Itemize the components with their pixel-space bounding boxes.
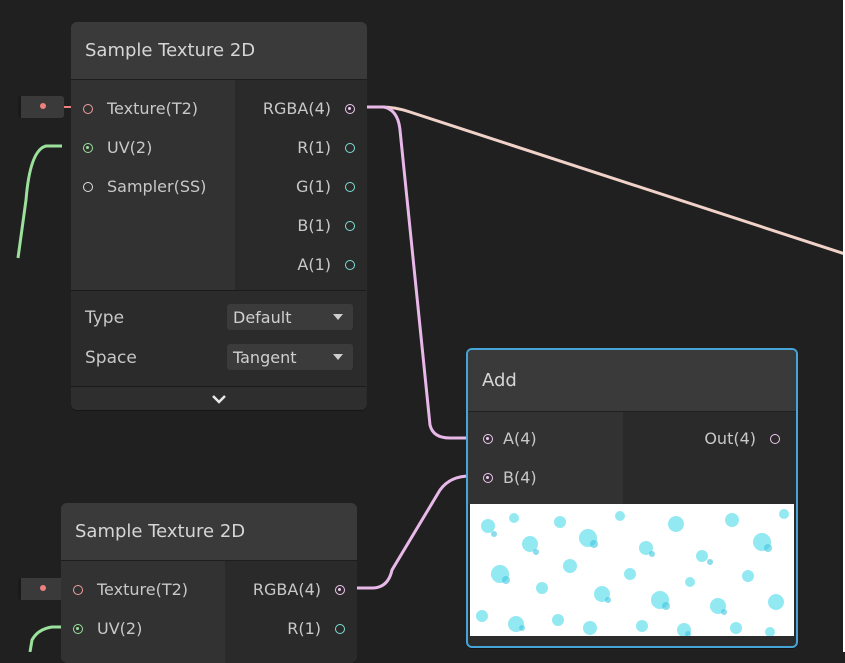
texture-input-pill-top[interactable]: [18, 96, 64, 118]
input-port-texture[interactable]: Texture(T2): [73, 580, 188, 599]
dropdown-value: Tangent: [233, 347, 297, 367]
dropdown-arrow-icon: [333, 354, 343, 360]
sample-texture-2d-node-bottom[interactable]: Sample Texture 2D Texture(T2) UV(2) RGBA…: [61, 503, 357, 663]
type-dropdown[interactable]: Default: [227, 304, 353, 330]
input-port-uv[interactable]: UV(2): [83, 138, 152, 157]
port-circle-icon: [483, 472, 493, 483]
space-dropdown[interactable]: Tangent: [227, 344, 353, 370]
node-preview-image: [470, 504, 794, 636]
port-label: Out(4): [704, 429, 756, 448]
output-port-r[interactable]: R(1): [287, 619, 345, 638]
port-circle-icon: [83, 103, 93, 114]
add-node[interactable]: Add A(4) B(4) Out(4): [466, 348, 798, 648]
port-circle-icon: [345, 103, 355, 114]
port-label: Texture(T2): [107, 99, 199, 118]
port-label: RGBA(4): [262, 99, 331, 118]
uv-wire-top: [16, 144, 62, 259]
port-circle-icon: [345, 220, 355, 231]
space-setting-label: Space: [85, 348, 137, 368]
port-label: B(1): [297, 216, 331, 235]
port-circle-icon: [335, 623, 345, 634]
dropdown-arrow-icon: [333, 314, 343, 320]
node-settings: Type Default Space Tangent: [71, 290, 366, 387]
dropdown-value: Default: [233, 307, 292, 327]
rgba-wire-to-add-a: [355, 105, 483, 440]
chevron-down-icon: [211, 395, 226, 404]
port-circle-icon: [83, 181, 93, 192]
output-port-rgba[interactable]: RGBA(4): [253, 580, 345, 599]
port-circle-icon: [345, 181, 355, 192]
expand-toggle[interactable]: [71, 386, 366, 410]
rgba-wire-to-offscreen: [355, 105, 845, 256]
input-port-uv[interactable]: UV(2): [73, 619, 142, 638]
shader-graph-canvas[interactable]: Sample Texture 2D Texture(T2) UV(2) Samp…: [0, 0, 845, 663]
node-title[interactable]: Sample Texture 2D: [71, 22, 367, 80]
output-port-r[interactable]: R(1): [297, 138, 355, 157]
port-label: R(1): [287, 619, 321, 638]
port-circle-icon: [73, 623, 83, 634]
port-circle-icon: [483, 433, 493, 444]
port-label: UV(2): [107, 138, 153, 157]
output-port-g[interactable]: G(1): [296, 177, 355, 196]
port-label: Sampler(SS): [107, 177, 207, 196]
port-label: UV(2): [97, 619, 143, 638]
node-title[interactable]: Sample Texture 2D: [61, 503, 357, 561]
output-port-out[interactable]: Out(4): [704, 429, 780, 448]
port-circle-icon: [770, 433, 780, 444]
port-label: A(4): [503, 429, 537, 448]
input-port-texture[interactable]: Texture(T2): [83, 99, 198, 118]
port-circle-icon: [73, 584, 83, 595]
input-port-a[interactable]: A(4): [483, 429, 537, 448]
port-circle-icon: [335, 584, 345, 595]
port-circle-icon: [345, 259, 355, 270]
texture-input-pill-bottom[interactable]: [18, 578, 64, 600]
port-label: A(1): [297, 255, 331, 274]
output-port-a[interactable]: A(1): [297, 255, 355, 274]
rgba-wire-to-add-b: [345, 474, 483, 590]
output-port-rgba[interactable]: RGBA(4): [263, 99, 355, 118]
port-label: B(4): [503, 468, 537, 487]
output-port-b[interactable]: B(1): [297, 216, 355, 235]
port-circle-icon: [345, 142, 355, 153]
port-label: G(1): [295, 177, 331, 196]
port-label: R(1): [297, 138, 331, 157]
sample-texture-2d-node-top[interactable]: Sample Texture 2D Texture(T2) UV(2) Samp…: [71, 22, 367, 410]
input-port-sampler[interactable]: Sampler(SS): [83, 177, 206, 196]
port-label: Texture(T2): [97, 580, 189, 599]
caustic-preview-image: [470, 504, 794, 636]
port-circle-icon: [83, 142, 93, 153]
port-label: RGBA(4): [252, 580, 321, 599]
type-setting-label: Type: [85, 308, 125, 328]
node-title[interactable]: Add: [468, 350, 796, 412]
input-port-b[interactable]: B(4): [483, 468, 537, 487]
